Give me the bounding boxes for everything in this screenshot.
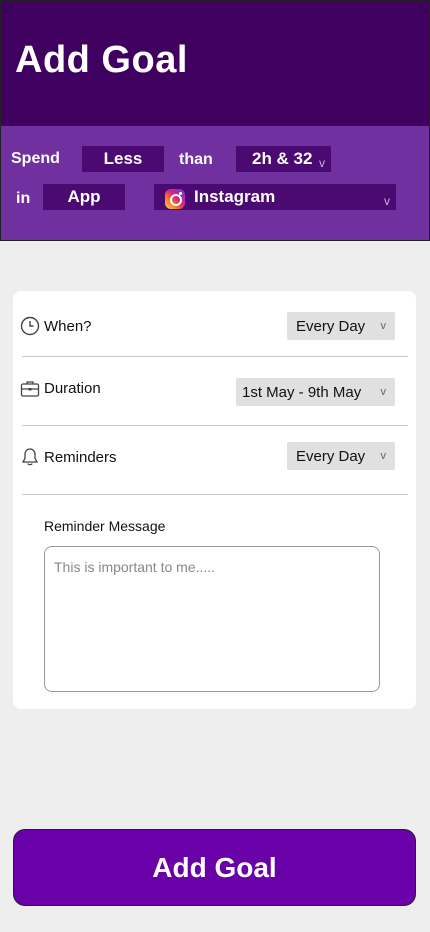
when-select[interactable]: Every Day v bbox=[287, 312, 395, 340]
chevron-down-icon: v bbox=[380, 320, 387, 332]
divider bbox=[22, 494, 408, 495]
goal-settings-card: When? Every Day v Duration 1st May - 9th… bbox=[13, 291, 416, 709]
add-goal-button[interactable]: Add Goal bbox=[13, 829, 416, 906]
reminders-value: Every Day bbox=[296, 447, 366, 465]
page-title: Add Goal bbox=[15, 39, 188, 81]
comparison-select[interactable]: Less bbox=[82, 146, 164, 172]
reminder-message-label: Reminder Message bbox=[44, 518, 166, 534]
than-label: than bbox=[179, 151, 213, 168]
bell-icon bbox=[21, 448, 39, 466]
goal-definition-bar: Spend Less than 2h & 32 v in App Instagr… bbox=[0, 126, 430, 241]
divider bbox=[22, 356, 408, 357]
app-name: Instagram bbox=[194, 187, 276, 206]
duration-select[interactable]: 1st May - 9th May v bbox=[236, 378, 395, 406]
spend-label: Spend bbox=[11, 150, 60, 167]
time-limit-select[interactable]: 2h & 32 v bbox=[236, 146, 331, 172]
briefcase-icon bbox=[20, 381, 40, 397]
target-type-value: App bbox=[67, 187, 101, 206]
target-type-select[interactable]: App bbox=[43, 184, 125, 210]
chevron-down-icon: v bbox=[384, 194, 390, 208]
clock-icon bbox=[20, 316, 40, 336]
reminder-message-input[interactable] bbox=[44, 546, 380, 692]
app-select[interactable]: Instagram v bbox=[154, 184, 396, 210]
instagram-icon bbox=[165, 189, 185, 209]
duration-label: Duration bbox=[44, 380, 101, 397]
chevron-down-icon: v bbox=[319, 156, 325, 170]
page-header: Add Goal bbox=[0, 0, 430, 126]
reminders-label: Reminders bbox=[44, 449, 117, 466]
chevron-down-icon: v bbox=[380, 386, 387, 398]
time-limit-value: 2h & 32 bbox=[252, 149, 313, 168]
duration-value: 1st May - 9th May bbox=[242, 383, 362, 401]
when-value: Every Day bbox=[296, 317, 366, 335]
comparison-value: Less bbox=[103, 149, 143, 168]
divider bbox=[22, 425, 408, 426]
in-label: in bbox=[16, 190, 31, 207]
reminders-select[interactable]: Every Day v bbox=[287, 442, 395, 470]
when-label: When? bbox=[44, 318, 92, 335]
chevron-down-icon: v bbox=[380, 450, 387, 462]
